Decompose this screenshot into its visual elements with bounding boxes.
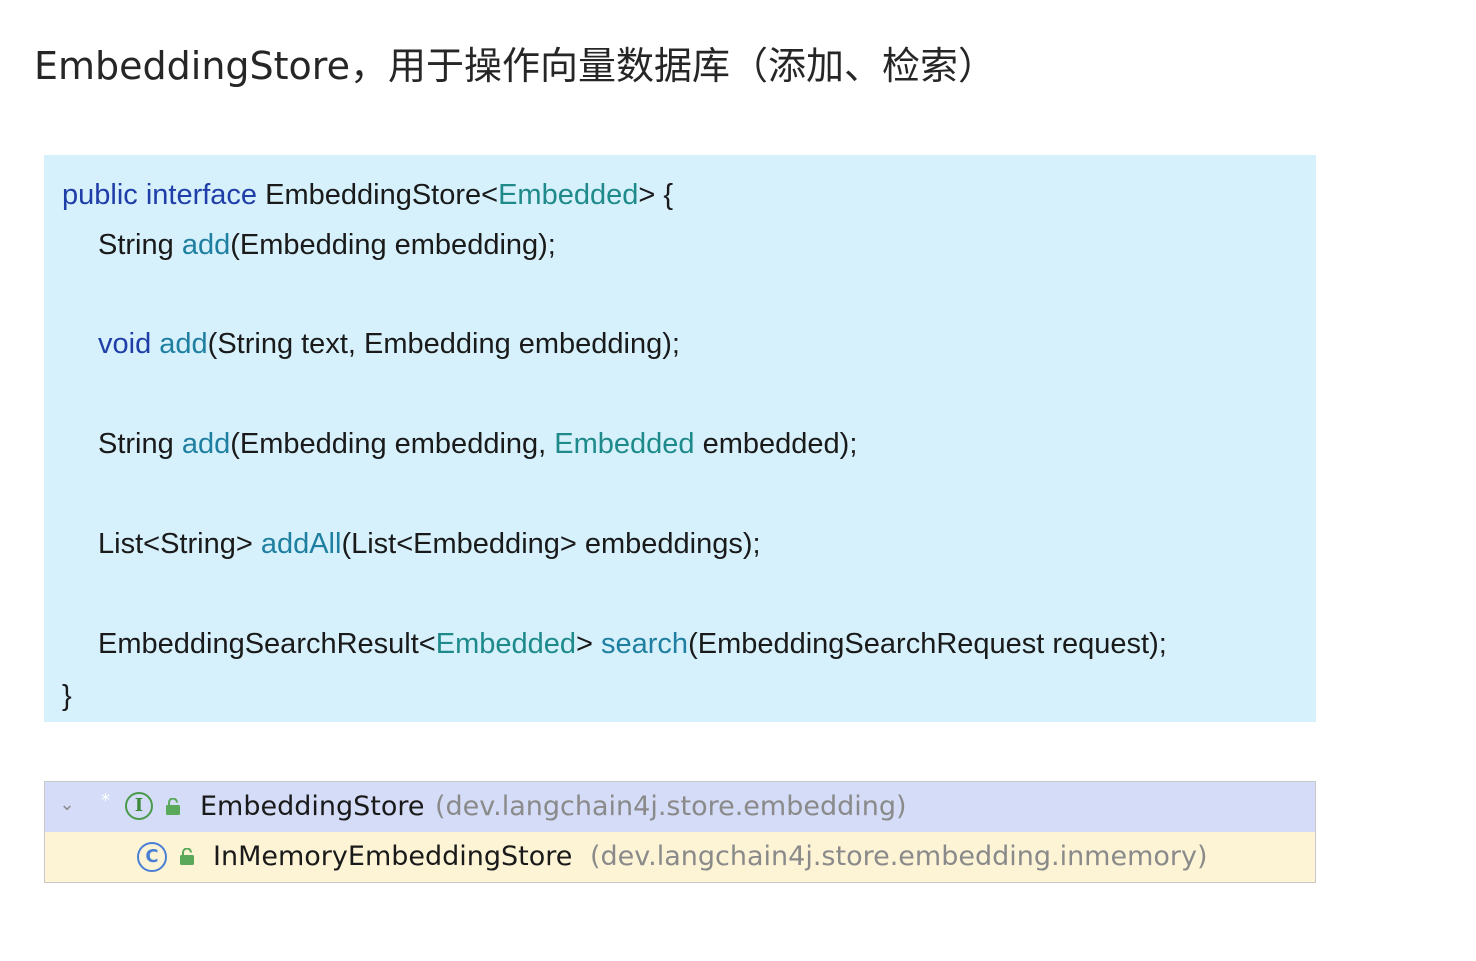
- code-return-type: EmbeddingSearchResult<: [98, 628, 436, 660]
- code-line-add-embedding: String add(Embedding embedding);: [98, 225, 556, 265]
- code-line-interface-decl: public interface EmbeddingStore<Embedded…: [62, 175, 673, 215]
- code-return-type: List<String>: [98, 528, 261, 560]
- lock-icon: [166, 798, 180, 815]
- tree-item-name: EmbeddingStore: [200, 791, 425, 822]
- code-generic-type: Embedded: [498, 179, 639, 211]
- code-generic-type: Embedded: [554, 428, 695, 460]
- tree-row-in-memory-embedding-store[interactable]: C InMemoryEmbeddingStore (dev.langchain4…: [45, 832, 1315, 882]
- code-args: (EmbeddingSearchRequest request);: [688, 628, 1167, 660]
- code-punct: >: [576, 628, 602, 660]
- code-args: embedded);: [694, 428, 858, 460]
- code-generic-type: Embedded: [435, 628, 577, 660]
- code-args: (List<Embedding> embeddings);: [341, 528, 761, 560]
- code-block: public interface EmbeddingStore<Embedded…: [44, 155, 1316, 722]
- code-args: (Embedding embedding,: [230, 428, 555, 460]
- star-icon: *: [101, 790, 110, 811]
- class-icon: C: [137, 842, 167, 872]
- code-line-add-embedded: String add(Embedding embedding, Embedded…: [98, 424, 857, 464]
- page-title: EmbeddingStore，用于操作向量数据库（添加、检索）: [34, 44, 996, 88]
- code-punct: }: [62, 680, 72, 712]
- code-keyword: public interface: [62, 179, 266, 211]
- code-method-name: addAll: [260, 528, 342, 560]
- code-args: (Embedding embedding);: [230, 229, 556, 261]
- code-method-name: add: [181, 428, 231, 460]
- tree-item-package: (dev.langchain4j.store.embedding.inmemor…: [590, 841, 1208, 872]
- tree-item-package: (dev.langchain4j.store.embedding): [435, 791, 907, 822]
- code-return-type: String: [98, 428, 182, 460]
- tree-row-embedding-store[interactable]: ⌄ * I EmbeddingStore (dev.langchain4j.st…: [45, 782, 1315, 832]
- code-interface-name: EmbeddingStore<: [265, 179, 499, 211]
- code-args: (String text, Embedding embedding);: [207, 328, 680, 360]
- code-line-add-all: List<String> addAll(List<Embedding> embe…: [98, 524, 761, 564]
- tree-item-name: InMemoryEmbeddingStore: [213, 841, 573, 872]
- interface-icon: I: [125, 792, 153, 820]
- code-line-add-text: void add(String text, Embedding embeddin…: [98, 324, 680, 364]
- code-line-search: EmbeddingSearchResult<Embedded> search(E…: [98, 624, 1167, 664]
- code-punct: > {: [638, 179, 674, 211]
- lock-icon: [180, 848, 194, 865]
- code-method-name: add: [181, 229, 231, 261]
- code-return-type: String: [98, 229, 182, 261]
- code-method-name: search: [601, 628, 689, 660]
- code-method-name: add: [159, 328, 208, 360]
- code-line-close-brace: }: [62, 676, 72, 716]
- chevron-down-icon[interactable]: ⌄: [57, 795, 77, 815]
- type-hierarchy-tree: ⌄ * I EmbeddingStore (dev.langchain4j.st…: [44, 781, 1316, 883]
- code-keyword: void: [98, 328, 160, 360]
